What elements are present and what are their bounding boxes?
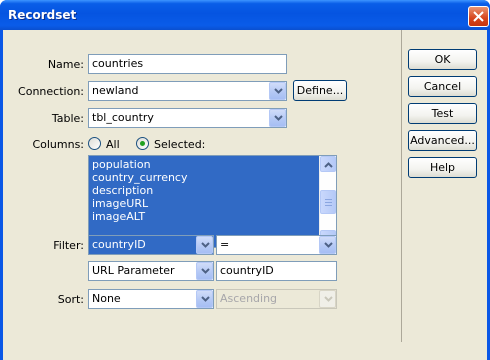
vertical-divider [401,30,402,342]
list-item[interactable]: country_currency [92,171,188,184]
table-select[interactable]: tbl_country [88,108,287,128]
list-item[interactable]: imageALT [92,210,145,223]
filter-operator-dropdown-button[interactable] [319,236,336,254]
connection-label: Connection: [18,85,84,98]
table-dropdown-button[interactable] [269,109,286,127]
ok-button[interactable]: OK [408,49,477,70]
connection-dropdown-button[interactable] [269,82,286,100]
sort-column-dropdown-button[interactable] [196,290,213,308]
chevron-down-icon [274,88,283,94]
recordset-dialog: Recordset Name: countries Connection: ne… [0,0,490,360]
chevron-down-icon [274,115,283,121]
table-label: Table: [51,112,84,125]
chevron-down-icon [201,242,210,248]
filter-label: Filter: [53,239,84,252]
name-input[interactable]: countries [88,54,287,74]
advanced-button[interactable]: Advanced... [408,130,477,151]
window-title: Recordset [8,8,77,22]
filter-param-input[interactable]: countryID [216,261,337,281]
filter-column-dropdown-button[interactable] [196,236,213,254]
radio-selected-dot [140,141,145,146]
columns-selected-label: Selected: [154,138,206,151]
chevron-down-icon [201,296,210,302]
scroll-up-icon [324,162,333,168]
chevron-down-icon [201,268,210,274]
help-button[interactable]: Help [408,157,477,178]
connection-select[interactable]: newland [88,81,287,101]
sort-order-dropdown-button [319,290,336,308]
list-item[interactable]: description [92,184,153,197]
columns-label: Columns: [32,138,84,151]
dialog-body: Name: countries Connection: newland Defi… [3,30,487,360]
close-icon [473,11,484,22]
sort-label: Sort: [57,293,84,306]
test-button[interactable]: Test [408,103,477,124]
filter-source-dropdown-button[interactable] [196,262,213,280]
chevron-down-icon [324,242,333,248]
close-button[interactable] [468,6,489,27]
columns-scrollbar[interactable] [319,156,336,247]
scroll-up-button[interactable] [320,156,336,172]
list-item[interactable]: population [92,158,151,171]
chevron-down-icon [324,296,333,302]
define-button[interactable]: Define... [293,80,347,101]
columns-selected-radio[interactable] [136,137,149,150]
list-item[interactable]: imageURL [92,197,148,210]
scroll-thumb[interactable] [320,190,336,214]
columns-all-radio[interactable] [88,137,101,150]
title-bar[interactable]: Recordset [0,0,490,30]
cancel-button[interactable]: Cancel [408,76,477,97]
name-label: Name: [47,58,84,71]
columns-all-label: All [106,138,120,151]
